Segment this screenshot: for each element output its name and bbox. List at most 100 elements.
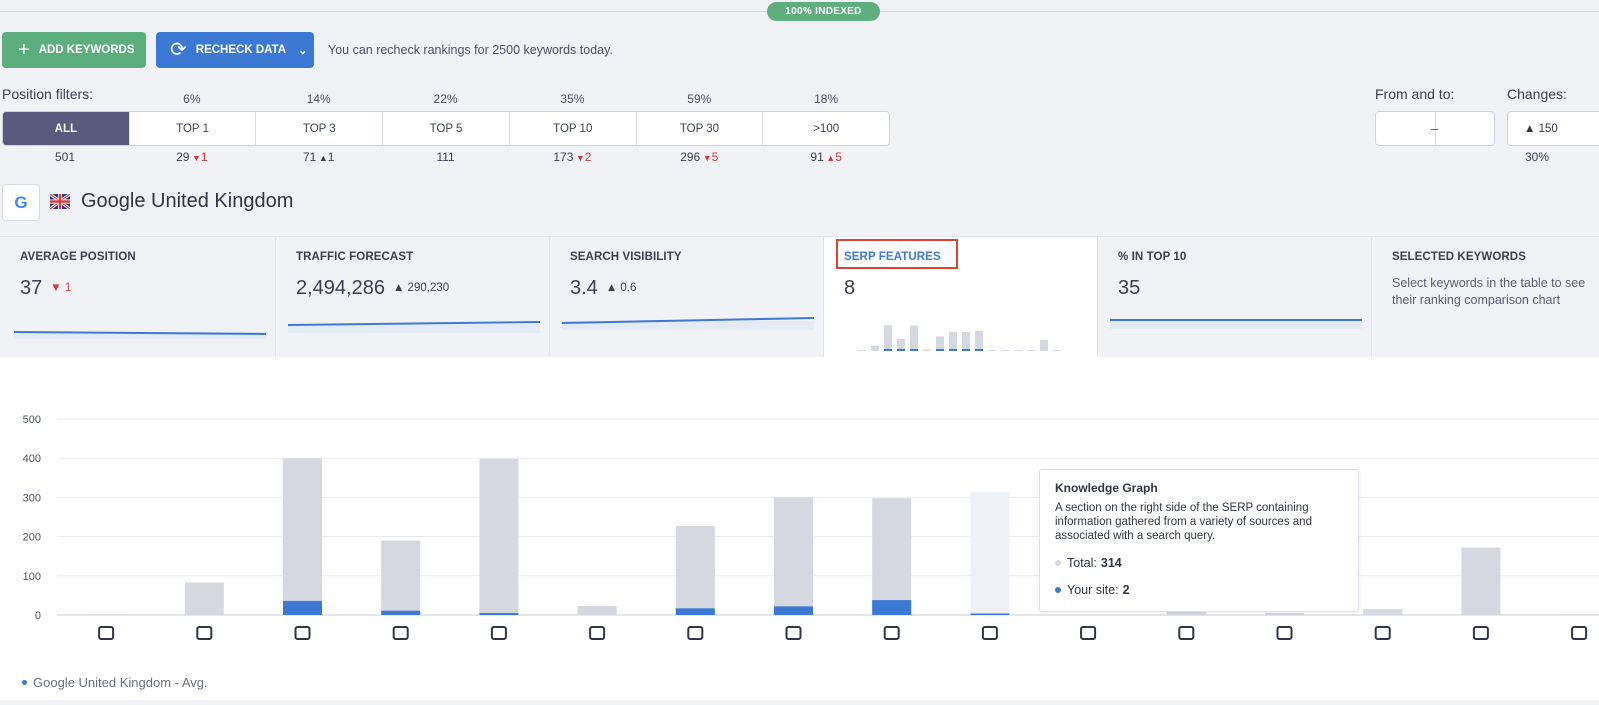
card-percent-in-top10[interactable]: % IN TOP 10 35 [1098, 237, 1372, 357]
bar-site-knowledge-graph[interactable] [970, 613, 1010, 616]
position-filter-0[interactable]: ALL [3, 112, 129, 145]
card-selected-keywords: SELECTED KEYWORDS Select keywords in the… [1372, 237, 1599, 357]
card-value: 8 [844, 277, 855, 300]
knowledge-panel-icon [1080, 626, 1097, 640]
mini-bar-site [936, 349, 944, 351]
bar-total-people-also-ask[interactable] [774, 497, 813, 615]
tooltip-total-row: Total: 314 [1055, 556, 1343, 570]
google-letter: G [14, 192, 28, 212]
filter-count: 501 [2, 150, 128, 164]
y-tick-label: 300 [23, 492, 41, 504]
mini-bar-total [988, 350, 996, 351]
card-title: SERP FEATURES [844, 251, 941, 263]
mini-bar-total [858, 350, 866, 351]
filter-change-arrow-icon: ▲ [316, 153, 328, 163]
mini-bar-total [1053, 350, 1061, 351]
filter-count-value: 91 [810, 150, 824, 164]
filter-count-value: 71 [302, 150, 317, 164]
bar-site-video[interactable] [479, 613, 519, 615]
filter-change-value: 1 [327, 150, 335, 164]
position-range-input[interactable]: – [1375, 111, 1495, 146]
y-tick-label: 0 [35, 610, 41, 622]
images-icon [883, 626, 900, 640]
bar-total-sitelinks[interactable] [381, 540, 421, 615]
google-logo-icon[interactable]: G [2, 184, 40, 221]
bar-total-hotels[interactable] [1559, 614, 1599, 615]
card-search-visibility[interactable]: SEARCH VISIBILITY 3.4 ▲ 0.6 [550, 237, 824, 357]
bar-total-knowledge-graph[interactable] [970, 491, 1010, 615]
filter-count-value: 296 [680, 150, 701, 164]
mini-bar-total [975, 330, 983, 351]
filter-percentage: 6% [183, 92, 201, 106]
card-average-position[interactable]: AVERAGE POSITION 37 ▼ 1 [0, 237, 276, 357]
filter-change-arrow-icon: ▼ [700, 153, 712, 163]
hotels-icon [1571, 626, 1588, 640]
mini-bar-total [1014, 350, 1022, 351]
bar-total-images[interactable] [872, 498, 912, 615]
card-title: SEARCH VISIBILITY [570, 251, 682, 263]
filter-change-value: 1 [200, 150, 208, 164]
changes-percentage: 30% [1525, 150, 1550, 164]
tooltip-title: Knowledge Graph [1055, 481, 1158, 495]
bar-site-people-also-ask[interactable] [774, 606, 813, 615]
top-stories-icon [687, 626, 704, 640]
mini-bar-site [949, 349, 957, 351]
recheck-data-button[interactable]: ⟳ RECHECK DATA ⌄ [156, 32, 314, 68]
mini-bar-total [884, 325, 892, 351]
bar-total-local-pack[interactable] [184, 582, 224, 615]
card-traffic-forecast[interactable]: TRAFFIC FORECAST 2,494,286 ▲ 290,230 [276, 237, 550, 357]
card-title: TRAFFIC FORECAST [296, 251, 414, 263]
refresh-icon: ⟳ [170, 39, 187, 61]
site-dot [1055, 587, 1061, 593]
bar-site-images[interactable] [872, 600, 912, 615]
bar-total-video[interactable] [479, 458, 519, 615]
filter-count-value: 29 [176, 150, 190, 164]
card-value: 3.4 ▲ 0.6 [570, 277, 636, 300]
filter-count: 296 ▼5 [636, 150, 762, 164]
bar-site-top-stories[interactable] [675, 608, 715, 615]
serp-features-chart-area: 0 100 200 300 400 500 [0, 357, 1599, 700]
bar-site-reviews[interactable] [283, 600, 322, 615]
card-title: SELECTED KEYWORDS [1392, 251, 1526, 263]
changes-filter[interactable]: ▲ 150 [1507, 111, 1599, 146]
bar-total-shopping[interactable] [1363, 609, 1403, 615]
mini-bar-site [884, 349, 892, 351]
add-keywords-button[interactable]: + ADD KEYWORDS [2, 32, 146, 68]
bar-total-twitter[interactable] [1461, 547, 1501, 615]
chevron-down-icon[interactable]: ⌄ [298, 44, 307, 57]
mini-bar-total [871, 345, 879, 351]
bar-total-ads-bottom[interactable] [1265, 613, 1304, 615]
chart-legend[interactable]: Google United Kingdom - Avg. [22, 675, 208, 690]
sparkline [14, 331, 266, 339]
filter-percentage: 18% [814, 92, 839, 106]
bar-total-carousel[interactable] [577, 605, 617, 615]
chart-tooltip: Knowledge Graph A section on the right s… [1039, 469, 1359, 612]
position-filter-bar: ALL TOP 1 TOP 3 TOP 5 TOP 10 TOP 30 >100 [2, 111, 890, 146]
bar-total-reviews[interactable] [283, 458, 322, 615]
tooltip-site-value: 2 [1122, 583, 1130, 597]
card-value-number: 37 [20, 277, 43, 299]
position-filter-3[interactable]: TOP 5 [382, 112, 509, 145]
position-filter-5[interactable]: TOP 30 [635, 112, 763, 145]
position-filter-1[interactable]: TOP 1 [128, 112, 256, 145]
position-filter-2[interactable]: TOP 3 [255, 112, 382, 145]
filter-count: 91 ▲5 [763, 150, 889, 164]
filter-change-value: 2 [584, 150, 592, 164]
bar-total-featured-snippet[interactable] [86, 614, 126, 615]
bar-total-top-stories[interactable] [675, 526, 715, 615]
bar-site-sitelinks[interactable] [381, 610, 421, 615]
sparkline [1110, 319, 1362, 329]
position-filter-4[interactable]: TOP 10 [508, 112, 636, 145]
mini-bar-total [910, 325, 918, 351]
mini-bar-site [962, 349, 970, 351]
ads-bottom-icon [1276, 626, 1293, 640]
filter-count-value: 173 [553, 150, 574, 164]
position-filter-6[interactable]: >100 [762, 112, 889, 145]
card-delta: ▲ 290,230 [392, 282, 450, 294]
changes-label: Changes: [1507, 86, 1567, 102]
from-and-to-label: From and to: [1375, 86, 1455, 102]
card-serp-features[interactable]: SERP FEATURES 8 [824, 237, 1098, 357]
sparkline [562, 317, 814, 330]
legend-label: Google United Kingdom - Avg. [33, 675, 208, 690]
filter-count: 29 ▼1 [129, 150, 255, 164]
